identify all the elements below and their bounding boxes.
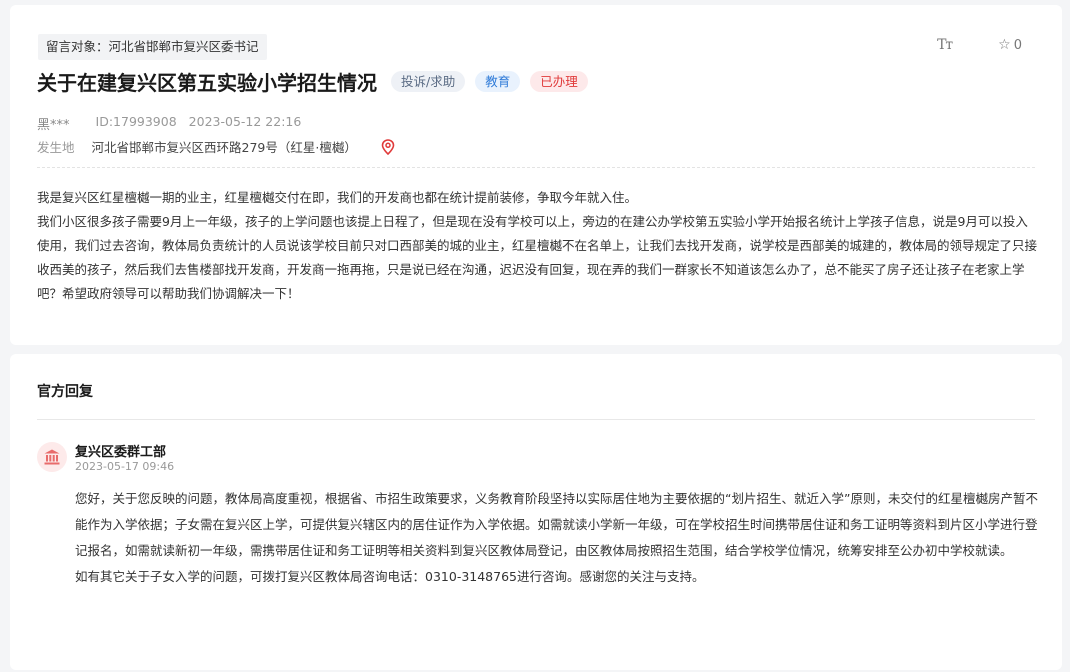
title-row: 关于在建复兴区第五实验小学招生情况 投诉/求助 教育 已办理 xyxy=(37,67,588,96)
reply-paragraph: 如有其它关于子女入学的问题，可拨打复兴区教体局咨询电话：0310-3148765… xyxy=(75,569,705,584)
message-paragraph: 我是复兴区红星檀樾一期的业主，红星檀樾交付在即，我们的开发商也都在统计提前装修，… xyxy=(37,190,638,205)
government-building-icon xyxy=(44,449,60,465)
reply-section-title: 官方回复 xyxy=(37,384,93,400)
reply-time: 2023-05-17 09:46 xyxy=(75,460,175,473)
reply-department: 复兴区委群工部 xyxy=(75,445,167,460)
category-badge: 教育 xyxy=(475,71,521,92)
font-size-icon[interactable]: Tт xyxy=(937,37,953,53)
location-address: 河北省邯郸市复兴区西环路279号（红星·檀樾） xyxy=(91,140,357,155)
avatar xyxy=(37,442,67,472)
reply-paragraph: 您好，关于您反映的问题，教体局高度重视，根据省、市招生政策要求，义务教育阶段坚持… xyxy=(75,491,1038,558)
reply-body: 您好，关于您反映的问题，教体局高度重视，根据省、市招生政策要求，义务教育阶段坚持… xyxy=(75,486,1040,590)
author-name: 黑*** xyxy=(37,118,70,133)
location-row: 发生地 河北省邯郸市复兴区西环路279号（红星·檀樾） xyxy=(37,137,395,156)
message-card: 留言对象：河北省邯郸市复兴区委书记 Tт ☆ 0 关于在建复兴区第五实验小学招生… xyxy=(10,5,1062,345)
favorite-count: 0 xyxy=(1013,37,1022,53)
message-tools: Tт ☆ 0 xyxy=(937,37,1022,53)
favorite-button[interactable]: ☆ 0 xyxy=(998,37,1022,53)
star-outline-icon: ☆ xyxy=(998,37,1011,53)
status-badge: 已办理 xyxy=(530,71,588,92)
message-meta: 黑*** ID:17993908 2023-05-12 22:16 xyxy=(37,114,301,133)
map-pin-icon[interactable] xyxy=(381,138,395,155)
message-body: 我是复兴区红星檀樾一期的业主，红星檀樾交付在即，我们的开发商也都在统计提前装修，… xyxy=(37,186,1037,306)
page-title: 关于在建复兴区第五实验小学招生情况 xyxy=(37,71,377,95)
type-badge: 投诉/求助 xyxy=(391,71,466,92)
location-label: 发生地 xyxy=(37,140,75,155)
message-id: ID:17993908 xyxy=(95,114,177,129)
message-time: 2023-05-12 22:16 xyxy=(188,114,302,129)
divider xyxy=(37,419,1035,420)
divider xyxy=(37,167,1035,168)
message-paragraph: 我们小区很多孩子需要9月上一年级，孩子的上学问题也该提上日程了，但是现在没有学校… xyxy=(37,214,1038,301)
reply-card: 官方回复 复兴区委群工部 2023-05-17 09:46 您好，关于您反映的问… xyxy=(10,354,1062,670)
message-target-label: 留言对象：河北省邯郸市复兴区委书记 xyxy=(38,34,267,60)
